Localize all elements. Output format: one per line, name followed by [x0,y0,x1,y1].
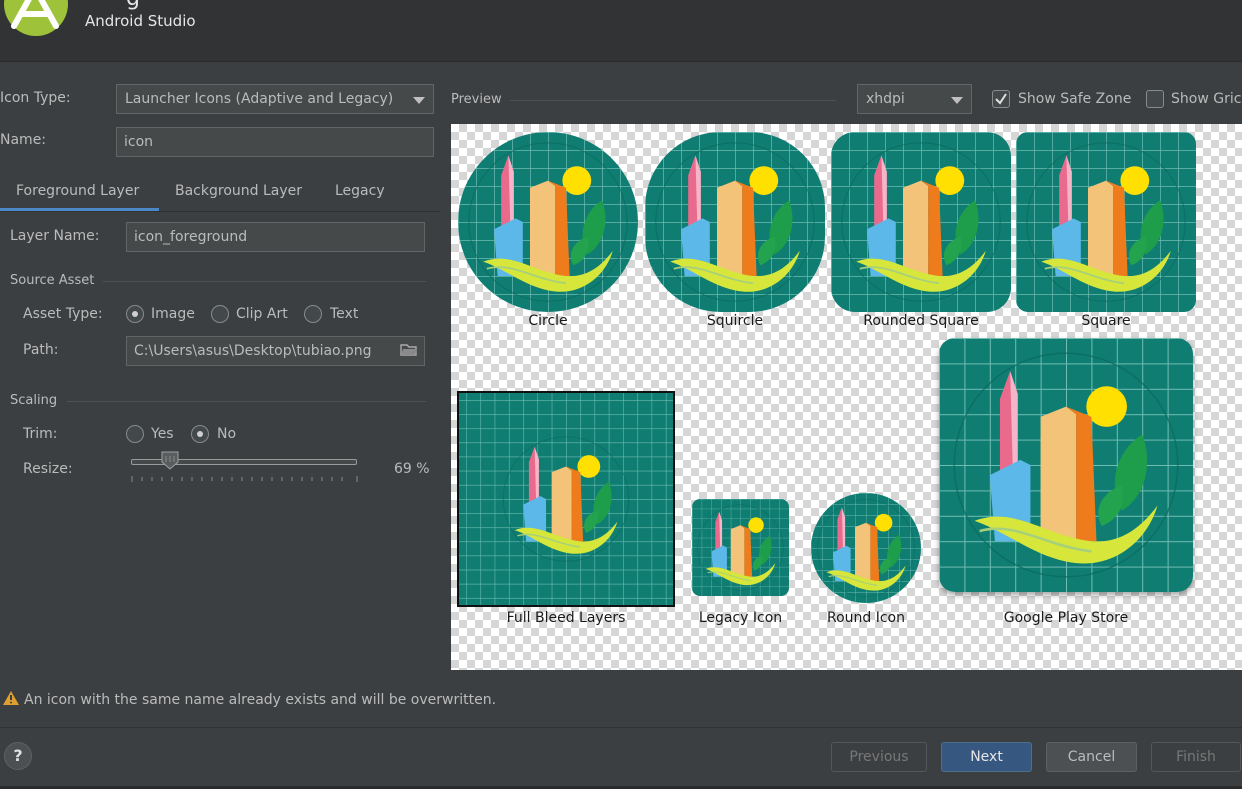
asset-type-clipart-radio[interactable] [211,305,229,323]
play-store-icon-preview [939,338,1193,592]
rounded-square-caption: Rounded Square [863,313,979,329]
show-safe-zone-checkbox[interactable] [992,90,1010,108]
circle-icon-preview [458,132,638,312]
tab-legacy[interactable]: Legacy [335,174,385,210]
density-value: xhdpi [866,91,905,107]
checkmark-icon [995,93,1007,105]
help-button[interactable]: ? [4,742,32,770]
resize-slider-ticks [131,476,358,482]
wizard-header: g Android Studio [0,0,1242,62]
overwrite-warning: An icon with the same name already exist… [0,690,496,708]
round-caption: Round Icon [826,610,905,626]
name-label: Name: [0,132,47,148]
full-bleed-icon-preview [457,391,675,607]
tab-foreground-layer[interactable]: Foreground Layer [16,174,139,210]
trim-no-radio[interactable] [191,425,209,443]
chevron-down-icon [951,97,963,104]
asset-type-text-radio[interactable] [304,305,322,323]
asset-type-image-label[interactable]: Image [151,306,195,322]
source-asset-divider [103,281,426,282]
wizard-title: g [126,0,140,11]
name-input[interactable]: icon [116,127,434,157]
preview-canvas: Circle Squircle Rounded Square Square Fu… [451,124,1242,670]
asset-type-text-label[interactable]: Text [330,306,358,322]
icon-type-value: Launcher Icons (Adaptive and Legacy) [125,91,394,107]
icon-type-select[interactable]: Launcher Icons (Adaptive and Legacy) [116,84,434,114]
footer-divider [0,727,1242,728]
legacy-caption: Legacy Icon [698,610,783,626]
next-button[interactable]: Next [941,742,1032,772]
show-safe-zone-label[interactable]: Show Safe Zone [1018,91,1131,107]
path-value: C:\Users\asus\Desktop\tubiao.png [134,343,372,359]
wizard-subtitle: Android Studio [85,12,196,30]
play-store-caption: Google Play Store [1003,610,1129,626]
preview-divider [510,100,836,101]
show-grid-label[interactable]: Show Gric [1171,91,1241,107]
layer-name-input[interactable]: icon_foreground [126,222,425,252]
chevron-down-icon [413,97,425,104]
warning-text: An icon with the same name already exist… [24,692,497,708]
trim-no-label[interactable]: No [217,426,236,442]
scaling-divider [67,401,426,402]
preview-title: Preview [451,92,502,107]
resize-label: Resize: [23,461,73,477]
rounded-square-icon-preview [831,132,1011,312]
tab-background-layer[interactable]: Background Layer [175,174,302,210]
density-select[interactable]: xhdpi [857,84,972,114]
finish-button[interactable]: Finish [1151,742,1241,772]
cancel-button[interactable]: Cancel [1046,742,1137,772]
warning-icon [3,691,19,705]
resize-slider-thumb[interactable] [160,450,180,470]
path-input[interactable]: C:\Users\asus\Desktop\tubiao.png [126,336,425,366]
icon-type-label: Icon Type: [0,90,71,106]
trim-label: Trim: [23,426,58,442]
squircle-caption: Squircle [706,313,764,329]
square-icon-preview [1016,132,1196,312]
path-label: Path: [23,342,59,358]
squircle-icon-preview [645,132,825,312]
android-studio-logo-icon [4,0,68,36]
trim-yes-label[interactable]: Yes [151,426,174,442]
layer-name-label: Layer Name: [10,228,100,244]
resize-value: 69 % [394,461,430,477]
legacy-icon-preview [692,499,789,596]
circle-caption: Circle [528,313,568,329]
round-icon-preview [811,493,921,603]
full-bleed-caption: Full Bleed Layers [506,610,626,626]
square-caption: Square [1081,313,1131,329]
asset-type-image-radio[interactable] [126,305,144,323]
asset-type-label: Asset Type: [23,306,103,322]
show-grid-checkbox[interactable] [1146,90,1164,108]
scaling-title: Scaling [10,393,58,408]
tabs-divider [0,211,440,212]
source-asset-title: Source Asset [10,273,95,288]
asset-type-clipart-label[interactable]: Clip Art [236,306,288,322]
previous-button[interactable]: Previous [831,742,927,772]
folder-open-icon[interactable] [400,343,418,357]
trim-yes-radio[interactable] [126,425,144,443]
